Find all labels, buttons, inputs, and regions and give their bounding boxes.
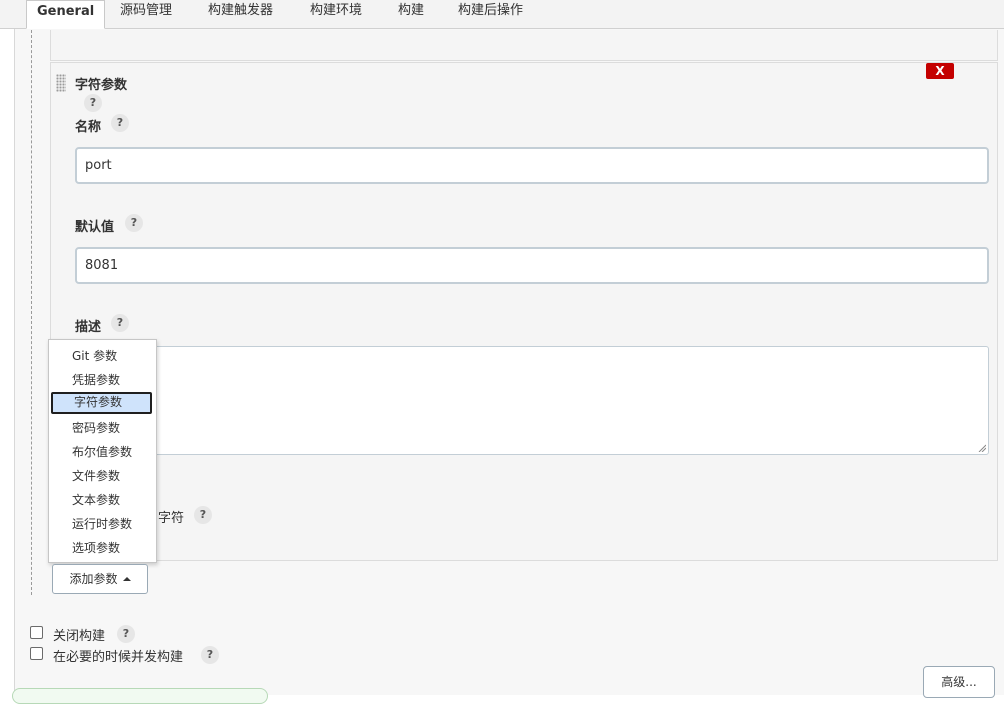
disable-build-label: 关闭构建 [53, 629, 106, 644]
trim-option-label: 字符 [158, 511, 185, 526]
add-parameter-menu: Git 参数 凭据参数 字符参数 密码参数 布尔值参数 文件参数 文本参数 运行… [48, 339, 157, 563]
menu-item-git-parameter[interactable]: Git 参数 [51, 346, 152, 366]
description-textarea[interactable] [75, 346, 989, 455]
menu-item-text-parameter[interactable]: 文本参数 [51, 490, 152, 510]
tab-source-management[interactable]: 源码管理 [120, 0, 172, 24]
delete-parameter-button[interactable]: X [926, 63, 954, 79]
add-parameter-label: 添加参数 [69, 572, 118, 586]
name-input[interactable] [75, 147, 989, 184]
default-value-input[interactable] [75, 247, 989, 284]
menu-item-password-parameter[interactable]: 密码参数 [51, 418, 152, 438]
advanced-button[interactable]: 高级... [923, 666, 995, 698]
drag-handle-icon[interactable] [56, 74, 66, 92]
tab-post-build-actions[interactable]: 构建后操作 [458, 0, 523, 24]
help-icon[interactable]: ? [117, 625, 135, 643]
menu-item-string-parameter[interactable]: 字符参数 [51, 392, 152, 414]
tab-build[interactable]: 构建 [398, 0, 424, 24]
help-icon[interactable]: ? [84, 94, 102, 112]
name-label: 名称 [75, 120, 102, 135]
menu-item-file-parameter[interactable]: 文件参数 [51, 466, 152, 486]
menu-item-credentials-parameter[interactable]: 凭据参数 [51, 370, 152, 390]
tab-general[interactable]: General [26, 0, 106, 29]
menu-item-choice-parameter[interactable]: 选项参数 [51, 538, 152, 558]
previous-parameter-box [50, 30, 998, 61]
concurrent-build-checkbox[interactable] [30, 647, 43, 660]
menu-item-boolean-parameter[interactable]: 布尔值参数 [51, 442, 152, 462]
help-icon[interactable]: ? [194, 506, 212, 524]
concurrent-build-label: 在必要的时候并发构建 [53, 650, 184, 665]
description-label: 描述 [75, 320, 102, 335]
caret-up-icon [122, 577, 131, 581]
bottom-status-bar [12, 688, 268, 704]
add-parameter-button[interactable]: 添加参数 [52, 564, 148, 594]
menu-item-run-parameter[interactable]: 运行时参数 [51, 514, 152, 534]
resize-handle-icon[interactable] [978, 444, 986, 452]
tab-build-environment[interactable]: 构建环境 [310, 0, 362, 24]
section-guide-line [31, 30, 32, 595]
disable-build-checkbox[interactable] [30, 626, 43, 639]
help-icon[interactable]: ? [201, 646, 219, 664]
parameter-title: 字符参数 [75, 78, 128, 93]
help-icon[interactable]: ? [111, 114, 129, 132]
string-parameter-box [50, 62, 998, 561]
help-icon[interactable]: ? [125, 214, 143, 232]
tab-build-triggers[interactable]: 构建触发器 [208, 0, 273, 24]
help-icon[interactable]: ? [111, 314, 129, 332]
default-value-label: 默认值 [75, 220, 115, 235]
